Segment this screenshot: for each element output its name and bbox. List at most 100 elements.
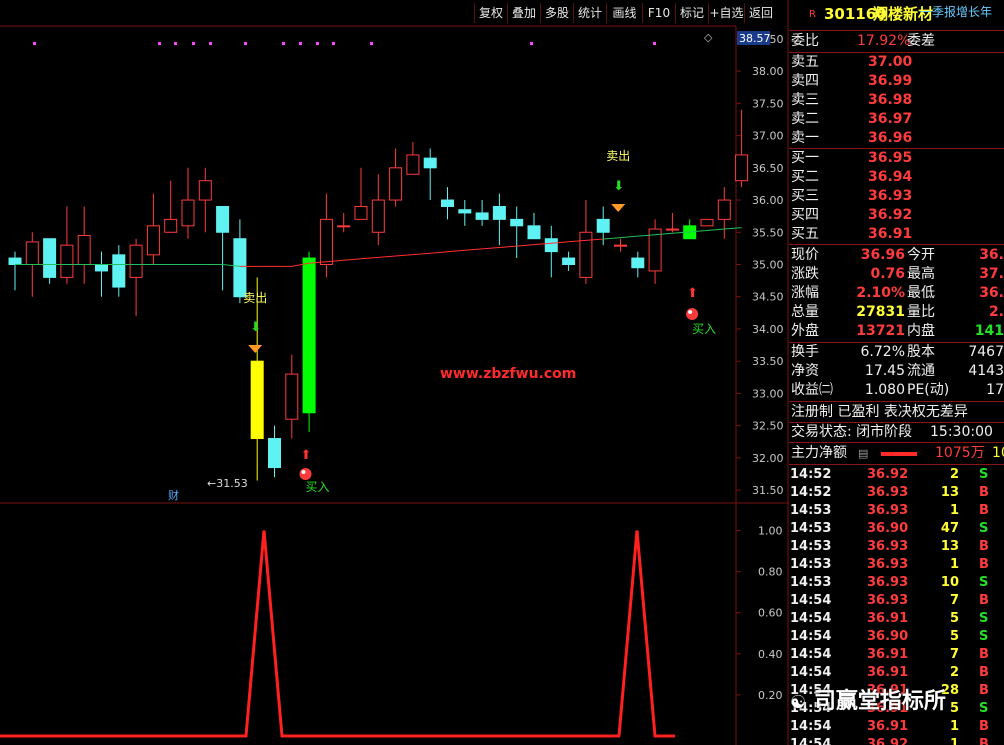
- candle-body: [631, 257, 645, 269]
- candle-body: [337, 225, 351, 228]
- signal-dot: [158, 42, 161, 45]
- sub-tick-label: 0.80: [758, 566, 783, 579]
- candle-body: [735, 154, 749, 182]
- buy-ball-highlight: [301, 470, 306, 474]
- signal-dot: [332, 42, 335, 45]
- candle-body: [389, 167, 403, 201]
- buy-ball-icon: [686, 308, 699, 320]
- signal-dot: [192, 42, 195, 45]
- price-tick-label: 31.50: [752, 484, 784, 497]
- signal-dot: [282, 42, 285, 45]
- candle-body: [665, 228, 679, 231]
- tick-time: 14:54: [790, 647, 832, 662]
- tick-time: 14:54: [790, 719, 832, 734]
- sub-tick-label: 0.20: [758, 689, 783, 702]
- diamond-icon: ◇: [704, 31, 713, 44]
- finance-marker: 财: [168, 488, 179, 502]
- kline-chart[interactable]: 38.5038.0037.5037.0036.5036.0035.5035.00…: [0, 0, 789, 745]
- tick-volume: 2: [949, 665, 959, 680]
- tick-side: B: [979, 593, 989, 608]
- fund-value: 6.72%: [860, 344, 905, 360]
- tick-side: B: [979, 557, 989, 572]
- tick-volume: 13: [940, 485, 959, 500]
- buy-level-price: 36.94: [868, 169, 913, 185]
- candle-body: [285, 373, 299, 420]
- tick-side: S: [979, 575, 989, 590]
- trade-status-label: 交易状态: 闭市阶段: [791, 424, 913, 440]
- candle-body: [77, 234, 91, 265]
- price-tick-label: 35.50: [752, 226, 784, 239]
- price-tick-label: 34.50: [752, 291, 784, 304]
- buy-level-price: 36.92: [868, 207, 913, 223]
- divider: [789, 244, 1004, 245]
- candle-body: [492, 205, 506, 220]
- fund-value: 4143: [968, 363, 1004, 379]
- signal-dot: [33, 42, 36, 45]
- buy-arrow-icon: ⬆: [301, 448, 312, 463]
- candle-body: [25, 241, 39, 266]
- ma-line: [239, 238, 604, 267]
- stat-value: 13721: [856, 323, 905, 339]
- price-tick-label: 37.00: [752, 130, 784, 143]
- sell-level-label: 卖四: [791, 73, 819, 89]
- buy-level-label: 买五: [791, 226, 819, 242]
- candle-body: [164, 218, 178, 233]
- signal-dot: [653, 42, 656, 45]
- stat-value: 2.10%: [856, 285, 905, 301]
- candle-body: [423, 157, 437, 169]
- stat-label: 涨幅: [791, 285, 819, 301]
- candle-body: [302, 257, 316, 414]
- wechat-watermark: ☯ 司赢堂指标所: [790, 683, 946, 715]
- tick-side: B: [979, 539, 989, 554]
- candle-body: [614, 244, 627, 247]
- buy-level-price: 36.95: [868, 150, 913, 166]
- buy-ball-highlight: [688, 310, 693, 314]
- candle-body: [510, 218, 524, 227]
- buy-arrow-icon: ⬆: [687, 286, 698, 301]
- candle-body: [475, 212, 489, 220]
- buy-level-label: 买二: [791, 169, 819, 185]
- price-tick-label: 38.00: [752, 65, 784, 78]
- tick-time: 14:54: [790, 737, 832, 745]
- buy-level-label: 买三: [791, 188, 819, 204]
- tick-side: B: [979, 719, 989, 734]
- price-tick-label: 33.50: [752, 355, 784, 368]
- stat-value: 2.: [988, 304, 1004, 320]
- stat-label: 涨跌: [791, 266, 819, 282]
- price-tick-label: 37.50: [752, 97, 784, 110]
- tick-volume: 1: [949, 719, 959, 734]
- diamond-gem-icon: [248, 345, 263, 353]
- tick-side: S: [979, 611, 989, 626]
- net-flow-label: 主力净额: [791, 445, 847, 461]
- tick-time: 14:52: [790, 467, 832, 482]
- stat-label: 今开: [907, 247, 935, 263]
- price-tick-label: 35.00: [752, 259, 784, 272]
- stat-value: 0.76: [870, 266, 905, 282]
- stat-label: 总量: [791, 304, 819, 320]
- candle-body: [95, 264, 108, 272]
- buy-level-price: 36.91: [868, 226, 913, 242]
- tick-time: 14:53: [790, 575, 832, 590]
- price-tick-label: 32.50: [752, 420, 784, 433]
- candle-body: [562, 257, 576, 265]
- tick-volume: 1: [949, 557, 959, 572]
- stat-value: 141: [974, 323, 1004, 339]
- sell-level-label: 卖二: [791, 111, 819, 127]
- fund-label: 流通: [907, 363, 935, 379]
- weibi-value: 17.92%: [857, 33, 911, 49]
- stock-tags: 注册制 已盈利 表决权无差异: [791, 404, 968, 420]
- candle-body: [406, 154, 420, 175]
- candle-body: [233, 238, 247, 298]
- sell-level-label: 卖一: [791, 130, 819, 146]
- sell-level-price: 36.97: [868, 111, 913, 127]
- fund-label: 净资: [791, 363, 819, 379]
- candle-body: [43, 238, 57, 278]
- tick-volume: 2: [949, 467, 959, 482]
- buy-signal-label: 买入: [692, 322, 716, 336]
- stat-label: 外盘: [791, 323, 819, 339]
- stat-label: 量比: [907, 304, 935, 320]
- wechat-icon: ☯: [790, 692, 807, 713]
- signal-dot: [209, 42, 212, 45]
- tick-side: B: [979, 503, 989, 518]
- tick-time: 14:52: [790, 485, 832, 500]
